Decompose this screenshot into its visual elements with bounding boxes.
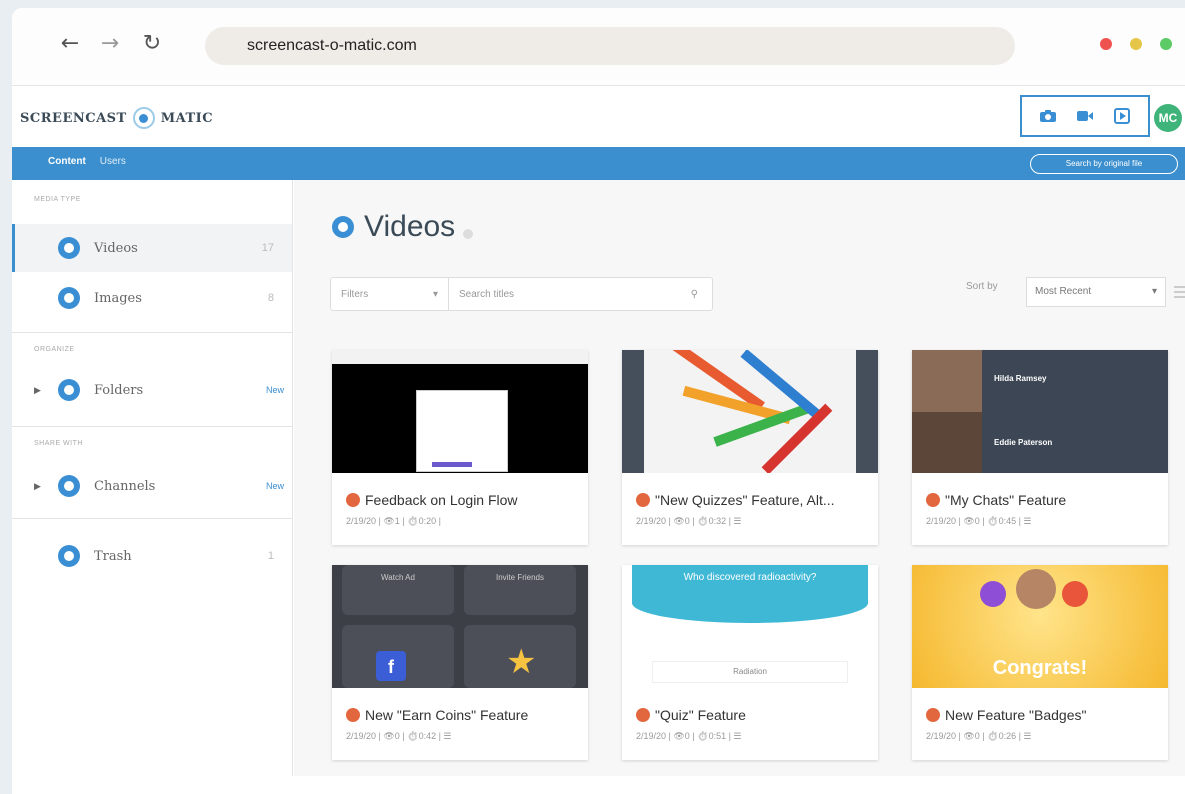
sidebar-item-count: 17	[261, 242, 274, 254]
video-card[interactable]: Who discovered radioactivity? Radiation …	[622, 565, 878, 760]
new-badge: New	[265, 385, 284, 395]
video-thumbnail[interactable]: Congrats!	[912, 565, 1168, 688]
status-icon	[346, 708, 360, 722]
status-icon	[926, 708, 940, 722]
sidebar-divider	[12, 426, 292, 427]
video-thumbnail[interactable]	[332, 350, 588, 473]
sidebar-item-label: Videos	[94, 240, 138, 256]
channel-circle-icon	[58, 475, 80, 497]
list-view-icon[interactable]	[1174, 286, 1185, 298]
status-icon	[636, 708, 650, 722]
tab-content[interactable]: Content	[48, 156, 86, 167]
sort-value: Most Recent	[1035, 286, 1092, 297]
forward-arrow-icon[interactable]: →	[98, 32, 122, 56]
logo-text-left: SCREENCAST	[20, 110, 127, 126]
window-dot-yellow[interactable]	[1130, 38, 1142, 50]
video-meta: 2/19/20 | 👁0 | ⏱0:51 | ☰	[636, 731, 742, 741]
search-original-button[interactable]: Search by original file	[1030, 154, 1178, 174]
browser-toolbar: ← → ↻ screencast-o-matic.com	[12, 8, 1185, 86]
sidebar-item-label: Folders	[94, 382, 144, 398]
video-meta: 2/19/20 | 👁0 | ⏱0:32 | ☰	[636, 516, 742, 526]
page-title-text: Videos	[364, 210, 456, 243]
sidebar-item-count: 1	[267, 550, 274, 562]
camera-icon[interactable]	[1037, 105, 1059, 127]
video-meta: 2/19/20 | 👁0 | ⏱0:42 | ☰	[346, 731, 452, 741]
status-icon	[346, 493, 360, 507]
video-thumbnail[interactable]	[622, 350, 878, 473]
browser-window: ← → ↻ screencast-o-matic.com SCREENCAST …	[12, 8, 1185, 794]
sort-select[interactable]: Most Recent ▾	[1026, 277, 1166, 307]
sidebar-item-images[interactable]: Images 8	[12, 274, 292, 322]
folder-circle-icon	[58, 379, 80, 401]
video-icon[interactable]	[1074, 105, 1096, 127]
filters-dropdown[interactable]: Filters ▾	[331, 278, 449, 310]
video-meta: 2/19/20 | 👁0 | ⏱0:26 | ☰	[926, 731, 1032, 741]
sidebar-section-organize: ORGANIZE	[34, 346, 75, 353]
address-bar[interactable]: screencast-o-matic.com	[205, 27, 1015, 65]
main-content: Videos Filters ▾ Search titles ⚲ Sort by…	[294, 180, 1185, 776]
video-card[interactable]: Watch Ad Invite Friends f ★ New "Earn Co…	[332, 565, 588, 760]
avatar[interactable]: MC	[1154, 104, 1182, 132]
sidebar-item-count: 8	[267, 292, 274, 304]
reload-icon[interactable]: ↻	[140, 32, 164, 56]
sidebar-item-trash[interactable]: Trash 1	[12, 532, 292, 580]
search-placeholder: Search titles	[459, 288, 515, 300]
info-icon[interactable]	[463, 229, 474, 239]
content-nav-bar: Content Users Search by original file	[12, 147, 1185, 180]
video-meta: 2/19/20 | 👁1 | ⏱0:20 |	[346, 516, 441, 526]
logo[interactable]: SCREENCAST MATIC	[20, 107, 213, 129]
expand-caret-icon[interactable]: ▶	[34, 481, 41, 492]
window-dot-green[interactable]	[1160, 38, 1172, 50]
filter-bar: Filters ▾ Search titles ⚲	[330, 277, 713, 311]
sidebar-divider	[12, 518, 292, 519]
app-header: SCREENCAST MATIC MC	[12, 86, 1185, 147]
recording-tools	[1020, 95, 1150, 137]
back-arrow-icon[interactable]: ←	[58, 32, 82, 56]
sidebar-item-channels[interactable]: ▶ Channels New	[12, 462, 292, 510]
search-icon[interactable]: ⚲	[691, 289, 698, 300]
image-circle-icon	[58, 287, 80, 309]
sidebar-item-videos[interactable]: Videos 17	[12, 224, 292, 272]
video-card[interactable]: "New Quizzes" Feature, Alt... 2/19/20 | …	[622, 350, 878, 545]
window-dot-red[interactable]	[1100, 38, 1112, 50]
video-thumbnail[interactable]: Who discovered radioactivity? Radiation	[622, 565, 878, 688]
quiz-icon[interactable]	[1111, 105, 1133, 127]
sidebar-section-media: MEDIA TYPE	[34, 196, 81, 203]
search-input[interactable]: Search titles ⚲	[449, 289, 712, 300]
chevron-down-icon: ▾	[1151, 286, 1157, 297]
status-icon	[636, 493, 650, 507]
video-title[interactable]: Feedback on Login Flow	[346, 492, 518, 508]
video-title[interactable]: New Feature "Badges"	[926, 707, 1086, 723]
sidebar-section-share: SHARE WITH	[34, 440, 83, 447]
page-title: Videos	[332, 210, 474, 244]
chevron-down-icon: ▾	[432, 288, 438, 300]
trash-circle-icon	[58, 545, 80, 567]
video-circle-icon	[58, 237, 80, 259]
sidebar-item-label: Channels	[94, 478, 156, 494]
video-title[interactable]: "Quiz" Feature	[636, 707, 746, 723]
video-card[interactable]: Hilda Ramsey Eddie Paterson "My Chats" F…	[912, 350, 1168, 545]
sidebar-item-folders[interactable]: ▶ Folders New	[12, 366, 292, 414]
sidebar: MEDIA TYPE Videos 17 Images 8 ORGANIZE ▶…	[12, 180, 293, 776]
sort-by-label: Sort by	[966, 281, 998, 292]
video-card[interactable]: Feedback on Login Flow 2/19/20 | 👁1 | ⏱0…	[332, 350, 588, 545]
video-circle-icon	[332, 216, 354, 238]
video-card[interactable]: Congrats! New Feature "Badges" 2/19/20 |…	[912, 565, 1168, 760]
expand-caret-icon[interactable]: ▶	[34, 385, 41, 396]
sidebar-item-label: Trash	[94, 548, 132, 564]
video-title[interactable]: "New Quizzes" Feature, Alt...	[636, 492, 835, 508]
sidebar-item-label: Images	[94, 290, 142, 306]
video-title[interactable]: "My Chats" Feature	[926, 492, 1066, 508]
video-title[interactable]: New "Earn Coins" Feature	[346, 707, 528, 723]
sidebar-divider	[12, 332, 292, 333]
video-meta: 2/19/20 | 👁0 | ⏱0:45 | ☰	[926, 516, 1032, 526]
logo-text-right: MATIC	[160, 110, 214, 126]
logo-mark-icon	[132, 107, 155, 129]
video-thumbnail[interactable]: Watch Ad Invite Friends f ★	[332, 565, 588, 688]
filters-label: Filters	[341, 288, 369, 300]
tab-users[interactable]: Users	[100, 156, 126, 167]
new-badge: New	[265, 481, 284, 491]
video-thumbnail[interactable]: Hilda Ramsey Eddie Paterson	[912, 350, 1168, 473]
status-icon	[926, 493, 940, 507]
